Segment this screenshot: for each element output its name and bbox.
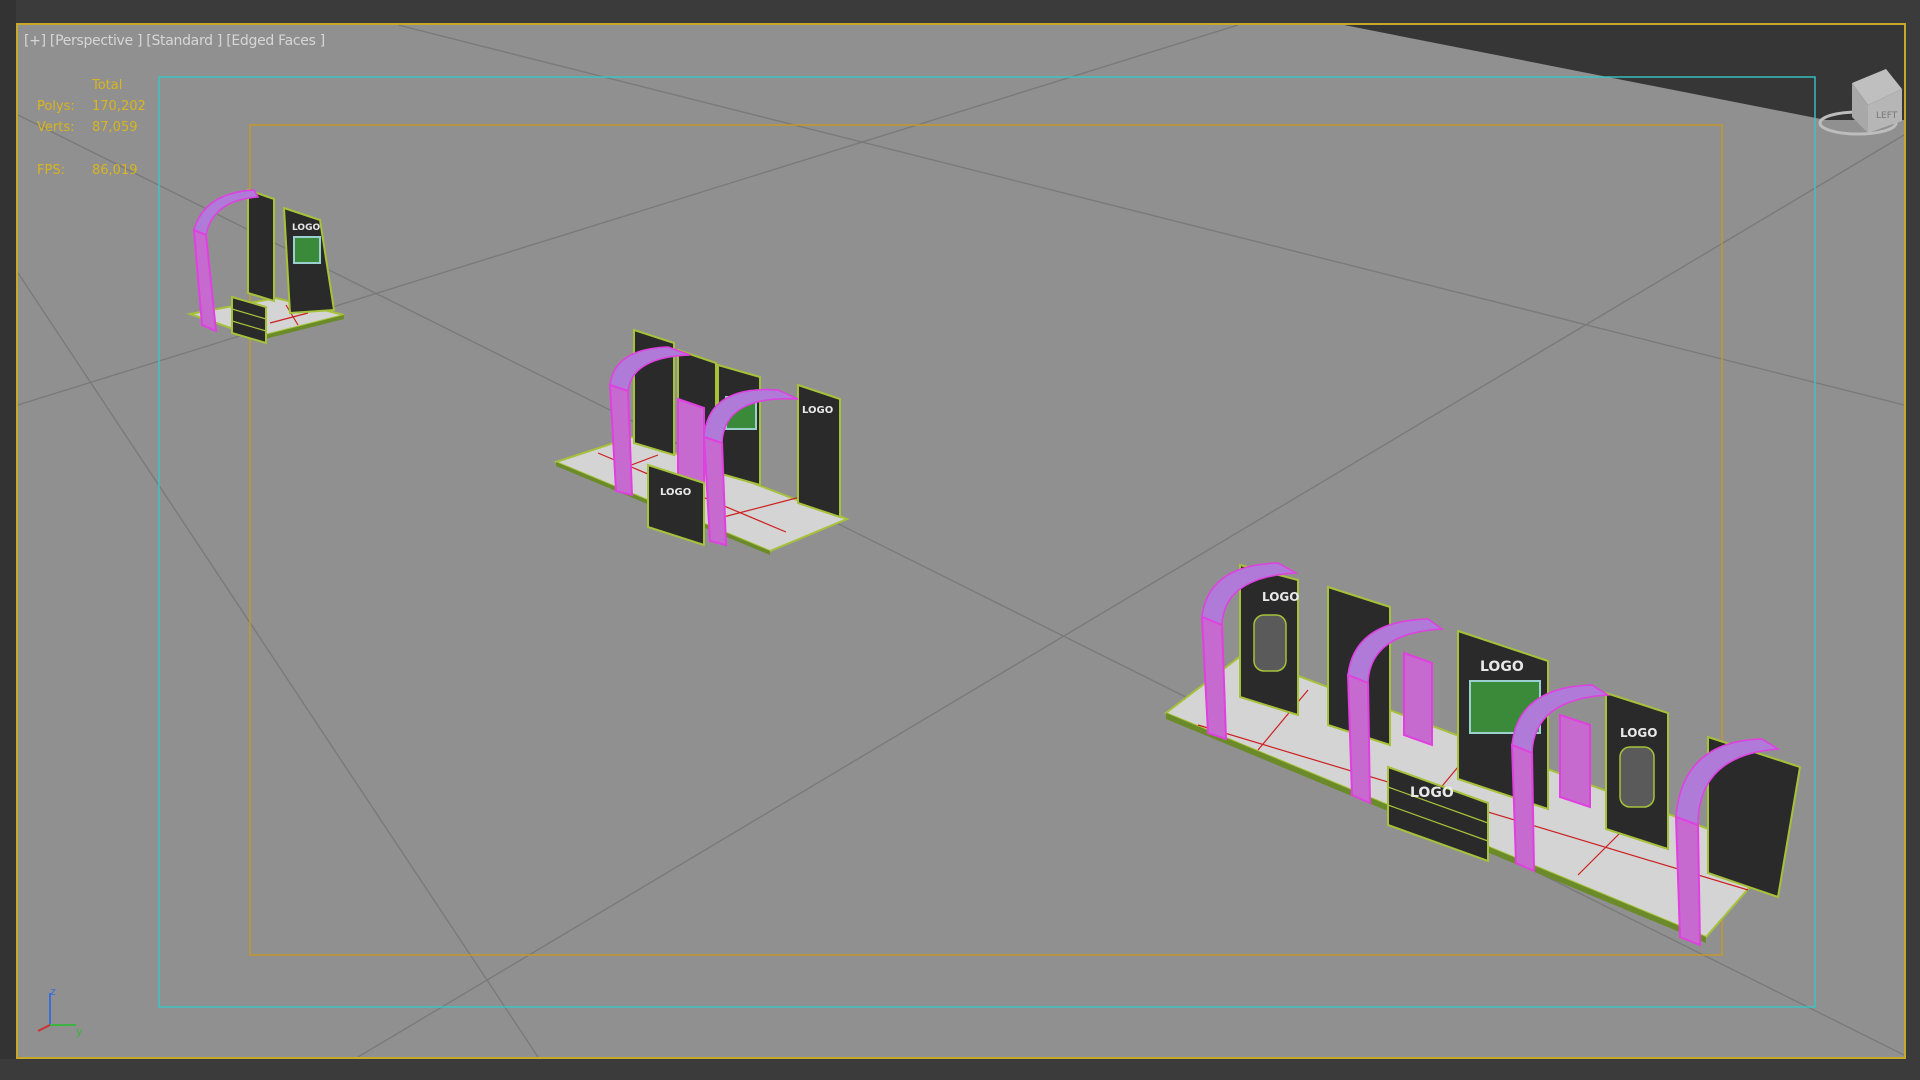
booth-large-logo-1: LOGO (1262, 590, 1299, 604)
verts-value: 87,059 (92, 120, 138, 135)
bottom-strip (0, 1059, 1920, 1080)
booth-small[interactable]: LOGO (186, 188, 345, 345)
perspective-viewport[interactable]: LEFT LOGO LOGO LOGO LOGO LOGO LOGO LOGO … (16, 23, 1906, 1059)
fps-label: FPS: (37, 163, 65, 178)
booth-medium[interactable]: LOGO LOGO (553, 328, 850, 555)
left-toolbar-strip (0, 0, 16, 1080)
background-shadow (1344, 25, 1904, 120)
axis-z-label: z (50, 985, 56, 998)
booth-medium-desk-logo: LOGO (660, 487, 691, 498)
booth-large-desk-logo: LOGO (1410, 785, 1454, 801)
stats-header: Total (92, 78, 123, 93)
polys-value: 170,202 (92, 99, 146, 114)
fps-value: 86,019 (92, 163, 138, 178)
booth-small-logo: LOGO (292, 223, 320, 233)
scene-canvas[interactable]: LEFT LOGO LOGO LOGO LOGO LOGO LOGO LOGO (18, 25, 1904, 1057)
verts-label: Verts: (37, 120, 75, 135)
axis-y-label: y (76, 1025, 83, 1038)
booth-large-logo-2: LOGO (1480, 659, 1524, 675)
booth-large[interactable]: LOGO LOGO LOGO LOGO (1164, 562, 1802, 947)
viewport-menu-label[interactable]: [+] [Perspective ] [Standard ] [Edged Fa… (24, 33, 325, 49)
booth-medium-logo: LOGO (802, 405, 833, 416)
viewcube-face-label: LEFT (1876, 111, 1898, 121)
polys-label: Polys: (37, 99, 75, 114)
booth-large-logo-3: LOGO (1620, 726, 1657, 740)
